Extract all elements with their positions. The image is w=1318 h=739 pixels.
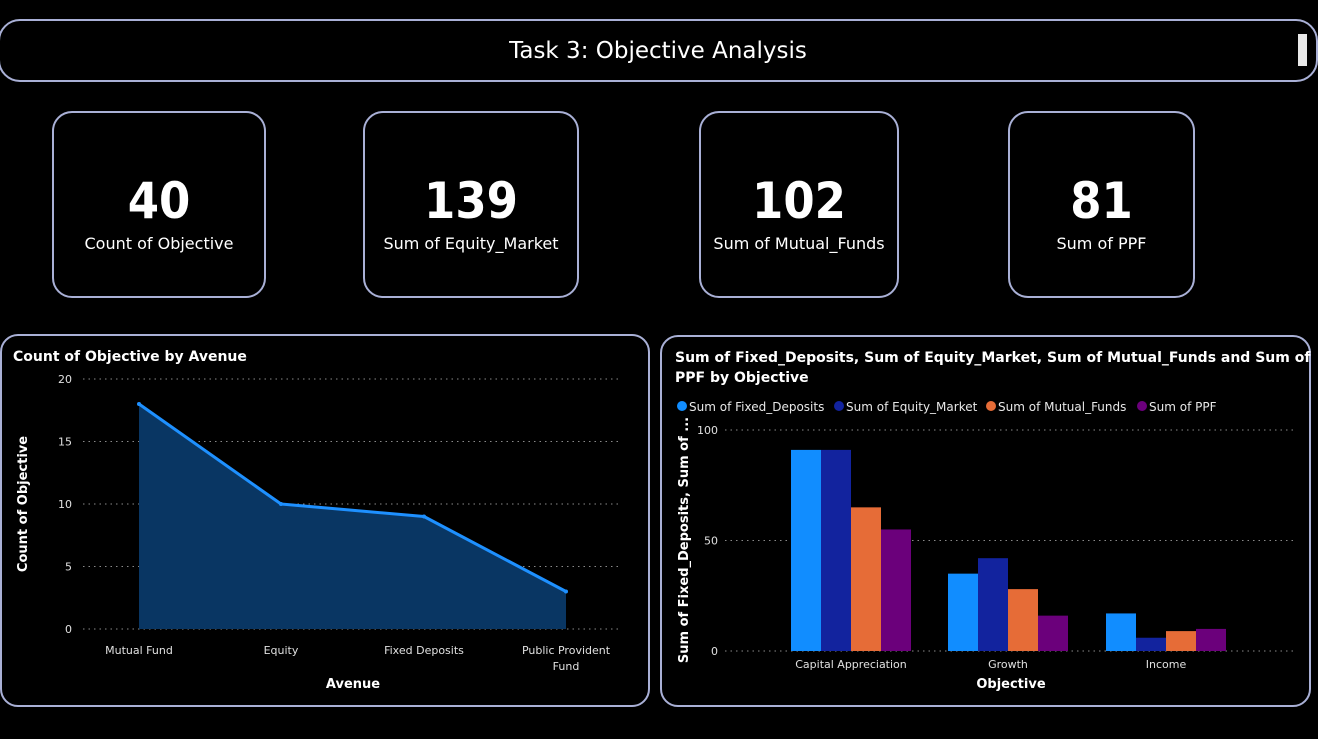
x-tick-label: Growth — [988, 658, 1028, 671]
y-tick-label: 10 — [58, 498, 72, 511]
bar — [1166, 631, 1196, 651]
area-fill — [139, 404, 566, 629]
x-tick-label: Mutual Fund — [105, 644, 173, 657]
bar — [948, 573, 978, 651]
legend-label: Sum of Equity_Market — [846, 400, 978, 414]
x-tick-label: Public Provident Fund — [522, 644, 611, 673]
legend-marker — [1137, 401, 1147, 411]
x-tick-label: Fixed Deposits — [384, 644, 464, 657]
x-tick-label: Equity — [264, 644, 299, 657]
bar — [821, 449, 851, 651]
bar — [1196, 628, 1226, 651]
y-tick-label: 0 — [65, 623, 72, 636]
data-point — [422, 514, 426, 519]
x-tick-label: Capital Appreciation — [795, 658, 907, 671]
bar — [1106, 613, 1136, 651]
y-tick-label: 5 — [65, 561, 72, 574]
clustered-bar-chart[interactable]: Sum of Fixed_Deposits, Sum of Equity_Mar… — [675, 350, 1311, 692]
bar — [1136, 637, 1166, 651]
legend-marker — [834, 401, 844, 411]
bar — [881, 529, 911, 651]
y-axis-title: Count of Objective — [16, 436, 31, 572]
bar — [978, 558, 1008, 651]
x-axis-title: Avenue — [326, 677, 380, 692]
legend-label: Sum of PPF — [1149, 400, 1217, 414]
bar — [1038, 615, 1068, 651]
charts-layer: Count of Objective by Avenue 0 5 10 15 20 Mutu… — [13, 349, 1311, 692]
y-tick-label: 100 — [697, 424, 718, 437]
data-point — [137, 402, 141, 406]
legend-marker — [677, 401, 687, 411]
chart-title: Count of Objective by Avenue — [13, 349, 247, 365]
y-tick-label: 20 — [58, 373, 72, 386]
y-tick-label: 0 — [711, 645, 718, 658]
legend-label: Sum of Fixed_Deposits — [689, 400, 824, 414]
legend-marker — [986, 401, 996, 411]
bar — [851, 507, 881, 651]
bar — [791, 449, 821, 651]
chart-title: Sum of Fixed_Deposits, Sum of Equity_Mar… — [675, 350, 1311, 386]
y-tick-label: 50 — [704, 535, 718, 548]
y-tick-label: 15 — [58, 436, 72, 449]
data-point — [279, 502, 283, 506]
data-point — [564, 589, 568, 594]
x-axis-title: Objective — [976, 677, 1045, 692]
legend-label: Sum of Mutual_Funds — [998, 400, 1126, 414]
bar — [1008, 589, 1038, 651]
y-axis-title: Sum of Fixed_Deposits, Sum of ... — [677, 417, 692, 663]
area-chart[interactable]: Count of Objective by Avenue 0 5 10 15 20 Mutu… — [13, 349, 622, 692]
x-tick-label: Income — [1146, 658, 1187, 671]
